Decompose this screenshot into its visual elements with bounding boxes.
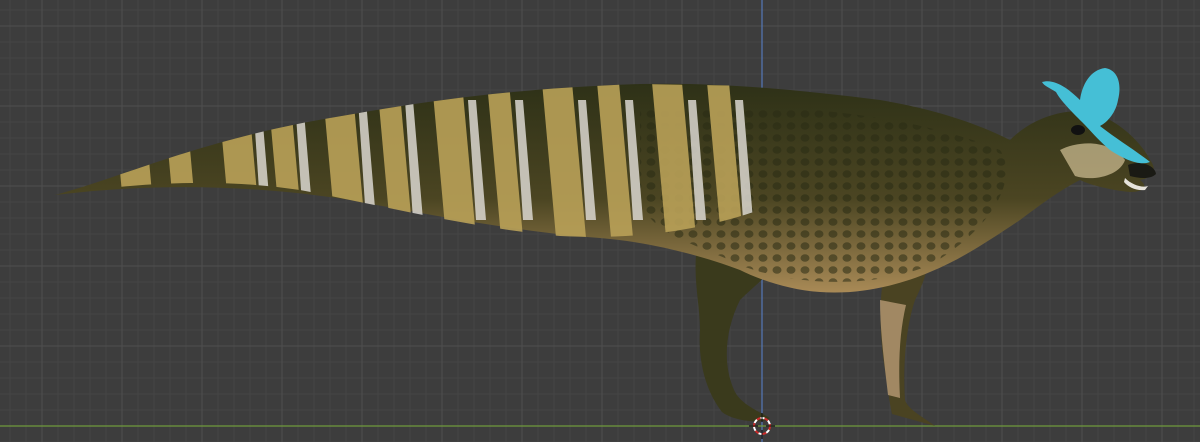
eye — [1071, 125, 1085, 135]
viewport-grid — [0, 0, 1200, 442]
3d-viewport[interactable] — [0, 0, 1200, 442]
dinosaur-model[interactable] — [55, 60, 1156, 426]
